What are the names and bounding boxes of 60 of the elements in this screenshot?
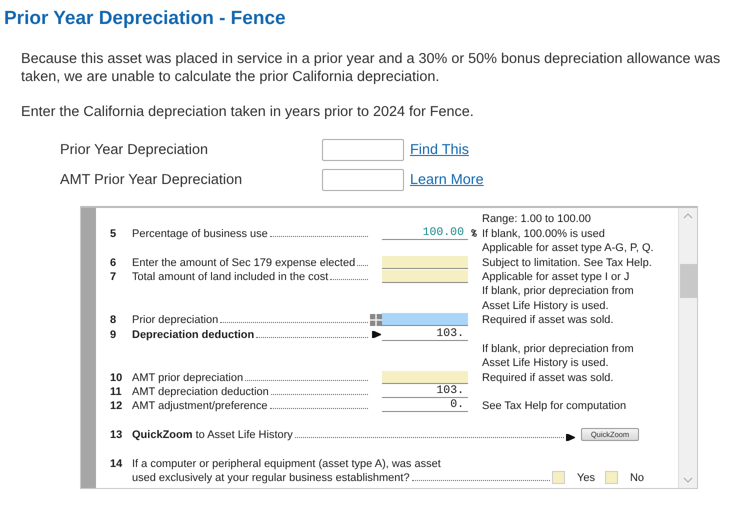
intro-text: Because this asset was placed in service in a prior year and a 30% or 50% bonus depreciation allowance was taken, we are unable to calculate the prior California depreciation. [21, 50, 722, 86]
amount-field[interactable]: 103. [382, 385, 468, 398]
line-number: 8 [110, 314, 118, 326]
arrow-icon [566, 434, 575, 442]
amount-field[interactable] [382, 270, 468, 283]
help-link[interactable]: Learn More [410, 172, 753, 188]
checkbox[interactable] [604, 471, 618, 484]
scrollbar[interactable] [678, 208, 697, 488]
scroll-down-icon[interactable] [683, 476, 693, 484]
line-number: 7 [110, 270, 118, 283]
help-note: If blank, 100.00% is used [482, 228, 605, 240]
help-note: See Tax Help for computation [482, 400, 626, 412]
input-field[interactable] [322, 139, 404, 161]
question-text: used exclusively at your regular business establishment? [132, 472, 410, 484]
line-label: AMT prior depreciation [132, 372, 244, 384]
scroll-thumb[interactable] [680, 264, 696, 298]
line-label: Prior depreciation [132, 314, 218, 326]
help-note: If blank, prior depreciation from [482, 285, 634, 298]
line-label: Percentage of business use [132, 228, 268, 240]
line-number: 9 [110, 328, 118, 341]
help-note: Required if asset was sold. [482, 372, 614, 384]
scroll-up-icon[interactable] [683, 212, 693, 220]
line-label: QuickZoom to Asset Life History [132, 429, 293, 442]
line-number: 13 [110, 429, 124, 442]
field-label: Prior Year Depreciation [60, 142, 209, 158]
help-note: Required if asset was sold. [482, 314, 614, 326]
line-number: 6 [110, 256, 118, 269]
amount-field[interactable]: 100.00 [382, 226, 468, 240]
line-number: 5 [110, 228, 118, 240]
amount-field[interactable]: 0. [382, 399, 468, 412]
line-number: 14 [110, 458, 124, 470]
amount-field[interactable]: 103. [382, 328, 468, 341]
line-label: AMT depreciation deduction [132, 386, 269, 398]
line-label: AMT adjustment/preference [132, 400, 268, 412]
help-note: Asset Life History is used. [482, 357, 609, 370]
prompt-text: Enter the California depreciation taken in years prior to 2024 for Fence. [21, 103, 475, 121]
help-link[interactable]: Find This [410, 142, 753, 158]
help-note: Range: 1.00 to 100.00 [482, 213, 591, 226]
help-note: Applicable for asset type A-G, P, Q. [482, 242, 654, 254]
field-label: AMT Prior Year Depreciation [60, 172, 244, 188]
line-number: 10 [110, 372, 124, 384]
checkbox[interactable] [552, 471, 565, 484]
help-note: Asset Life History is used. [482, 300, 609, 312]
option-label: Yes [577, 472, 595, 484]
help-note: Subject to limitation. See Tax Help. [482, 256, 652, 269]
option-label: No [630, 472, 644, 484]
line-number: 12 [110, 400, 124, 412]
input-field[interactable] [322, 169, 404, 191]
page-title: Prior Year Depreciation - Fence [4, 8, 287, 30]
line-label: Depreciation deduction [132, 328, 254, 341]
help-note: If blank, prior depreciation from [482, 342, 634, 355]
amount-field[interactable] [382, 370, 468, 384]
grid-icon[interactable] [370, 314, 382, 326]
help-note: Applicable for asset type I or J [482, 270, 630, 283]
line-label: Enter the amount of Sec 179 expense elected [132, 256, 356, 269]
amount-field[interactable] [382, 256, 468, 269]
question-text: If a computer or peripheral equipment (asset type A), was asset [132, 458, 441, 470]
amount-field[interactable] [382, 313, 468, 326]
line-number: 11 [110, 386, 123, 398]
line-label: Total amount of land included in the cost [132, 270, 328, 283]
